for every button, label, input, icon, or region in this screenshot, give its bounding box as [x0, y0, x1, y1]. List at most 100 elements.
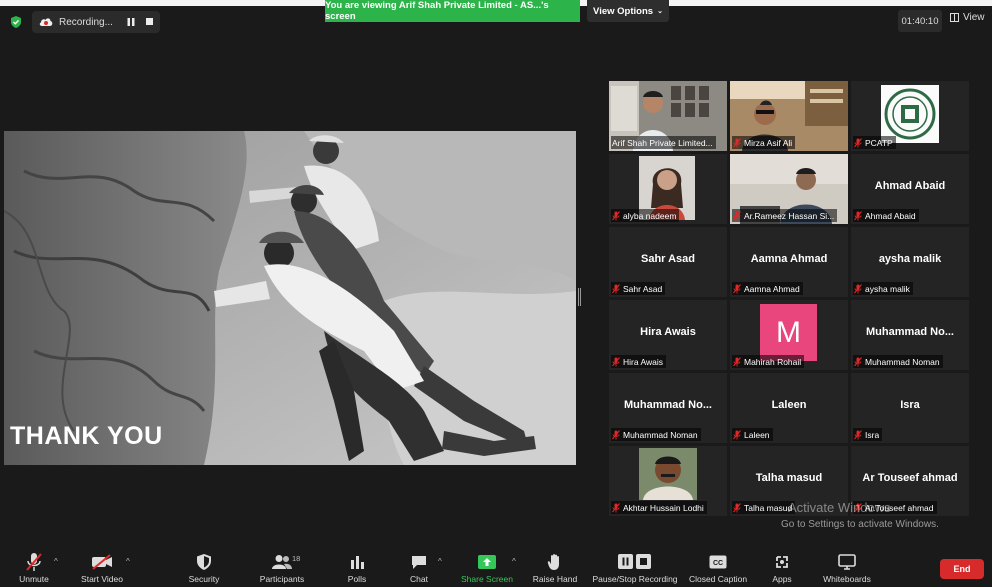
participant-tile[interactable]: Arif Shah Private Limited...	[609, 81, 727, 151]
participant-name-label: aysha malik	[853, 282, 913, 295]
view-button[interactable]: View	[950, 12, 985, 23]
pause-stop-icon	[618, 554, 651, 569]
participant-display-name: aysha malik	[878, 253, 942, 265]
muted-mic-icon	[733, 283, 741, 293]
raise-hand-button[interactable]: Raise Hand	[530, 545, 580, 587]
muted-mic-icon	[733, 210, 741, 220]
share-screen-icon	[478, 555, 496, 569]
muted-mic-icon	[854, 283, 862, 293]
stop-icon[interactable]	[146, 18, 153, 25]
muted-mic-icon	[612, 502, 620, 512]
participant-display-name: Hira Awais	[640, 326, 696, 338]
slide-thank-you-text: THANK YOU	[10, 422, 163, 450]
participant-tile[interactable]: Aamna Ahmad Aamna Ahmad	[730, 227, 848, 297]
muted-mic-icon	[612, 210, 620, 220]
chat-icon	[412, 556, 426, 569]
participant-tile[interactable]: Ar.Rameez Hassan Si...	[730, 154, 848, 224]
split-view-divider[interactable]	[578, 288, 581, 306]
view-options-label: View Options	[593, 5, 654, 17]
participant-tile[interactable]: alyba nadeem	[609, 154, 727, 224]
muted-mic-icon	[26, 553, 42, 571]
muted-mic-icon	[854, 356, 862, 366]
video-options-caret[interactable]: ^	[126, 557, 130, 566]
chat-button[interactable]: Chat	[402, 545, 436, 587]
recording-indicator: Recording...	[32, 11, 160, 33]
closed-caption-label: Closed Caption	[688, 574, 748, 584]
view-label: View	[963, 12, 985, 23]
muted-mic-icon	[612, 356, 620, 366]
chat-label: Chat	[410, 574, 428, 584]
security-button[interactable]: Security	[184, 545, 224, 587]
closed-caption-button[interactable]: CC Closed Caption	[688, 545, 748, 587]
end-meeting-button[interactable]: End	[940, 559, 984, 579]
participant-tile[interactable]: Muhammad No... Muhammad Noman	[851, 300, 969, 370]
participant-display-name: Laleen	[771, 399, 807, 411]
muted-mic-icon	[854, 137, 862, 147]
activate-windows-subtitle: Go to Settings to activate Windows.	[781, 519, 939, 530]
apps-icon	[776, 556, 788, 568]
polls-button[interactable]: Polls	[340, 545, 374, 587]
participant-display-name: Aamna Ahmad	[750, 253, 828, 265]
svg-text:CC: CC	[713, 560, 723, 567]
apps-label: Apps	[772, 574, 792, 584]
activate-windows-title: Activate Windows	[788, 500, 891, 515]
unmute-label: Unmute	[19, 574, 49, 584]
raise-hand-label: Raise Hand	[532, 574, 578, 584]
participant-display-name: Muhammad No...	[623, 399, 712, 411]
participant-tile[interactable]: Hira Awais Hira Awais	[609, 300, 727, 370]
share-screen-button[interactable]: Share Screen	[458, 545, 516, 587]
recording-label: Recording...	[59, 16, 113, 28]
viewing-screen-banner: You are viewing Arif Shah Private Limite…	[325, 0, 580, 22]
participant-name-label: Sahr Asad	[611, 282, 666, 295]
participant-tile[interactable]: Muhammad No... Muhammad Noman	[609, 373, 727, 443]
participant-tile[interactable]: M Mahirah Rohail	[730, 300, 848, 370]
chat-options-caret[interactable]: ^	[438, 557, 442, 566]
whiteboards-button[interactable]: Whiteboards	[818, 545, 876, 587]
participant-name-label: Mahirah Rohail	[732, 355, 805, 368]
participant-name-label: Ahmad Abaid	[853, 209, 919, 222]
participants-button[interactable]: Participants	[256, 545, 308, 587]
participant-name-label: Muhammad Noman	[611, 428, 701, 441]
participant-display-name: Isra	[900, 399, 920, 411]
participants-icon	[272, 555, 292, 569]
pause-stop-recording-button[interactable]: Pause/Stop Recording	[592, 545, 678, 587]
grid-view-icon	[950, 13, 959, 22]
pause-stop-recording-label: Pause/Stop Recording	[592, 574, 678, 584]
unmute-options-caret[interactable]: ^	[54, 557, 58, 566]
participant-tile[interactable]: Ahmad Abaid Ahmad Abaid	[851, 154, 969, 224]
participant-name-label: Mirza Asif Ali	[732, 136, 796, 149]
muted-mic-icon	[854, 210, 862, 220]
shield-icon[interactable]	[9, 15, 23, 29]
shared-slide-photo	[4, 131, 576, 465]
cc-icon: CC	[709, 555, 727, 569]
muted-mic-icon	[733, 137, 741, 147]
view-options-button[interactable]: View Options ⌄	[587, 0, 669, 22]
muted-mic-icon	[733, 502, 741, 512]
unmute-button[interactable]: Unmute	[14, 545, 54, 587]
meeting-timer: 01:40:10	[898, 10, 942, 32]
pause-icon[interactable]	[126, 17, 136, 27]
participants-count: 18	[292, 554, 301, 563]
whiteboards-label: Whiteboards	[823, 574, 871, 584]
participant-name-label: Laleen	[732, 428, 773, 441]
share-screen-label: Share Screen	[461, 574, 513, 584]
participant-tile[interactable]: Laleen Laleen	[730, 373, 848, 443]
participant-display-name: Ar Touseef ahmad	[862, 472, 958, 484]
cloud-record-icon	[39, 18, 53, 26]
start-video-button[interactable]: Start Video	[78, 545, 126, 587]
whiteboard-icon	[838, 554, 856, 570]
participant-tile[interactable]: aysha malik aysha malik	[851, 227, 969, 297]
muted-mic-icon	[733, 429, 741, 439]
share-options-caret[interactable]: ^	[512, 557, 516, 566]
participant-name-label: Muhammad Noman	[853, 355, 943, 368]
participant-tile[interactable]: PCATP	[851, 81, 969, 151]
participant-tile[interactable]: Mirza Asif Ali	[730, 81, 848, 151]
apps-button[interactable]: Apps	[766, 545, 798, 587]
participant-name-label: Akhtar Hussain Lodhi	[611, 501, 707, 514]
polls-label: Polls	[347, 574, 367, 584]
participant-name-label: Ar.Rameez Hassan Si...	[732, 209, 838, 222]
participant-display-name: Muhammad No...	[865, 326, 954, 338]
participant-tile[interactable]: Isra Isra	[851, 373, 969, 443]
participant-tile[interactable]: Akhtar Hussain Lodhi	[609, 446, 727, 516]
participant-tile[interactable]: Sahr Asad Sahr Asad	[609, 227, 727, 297]
